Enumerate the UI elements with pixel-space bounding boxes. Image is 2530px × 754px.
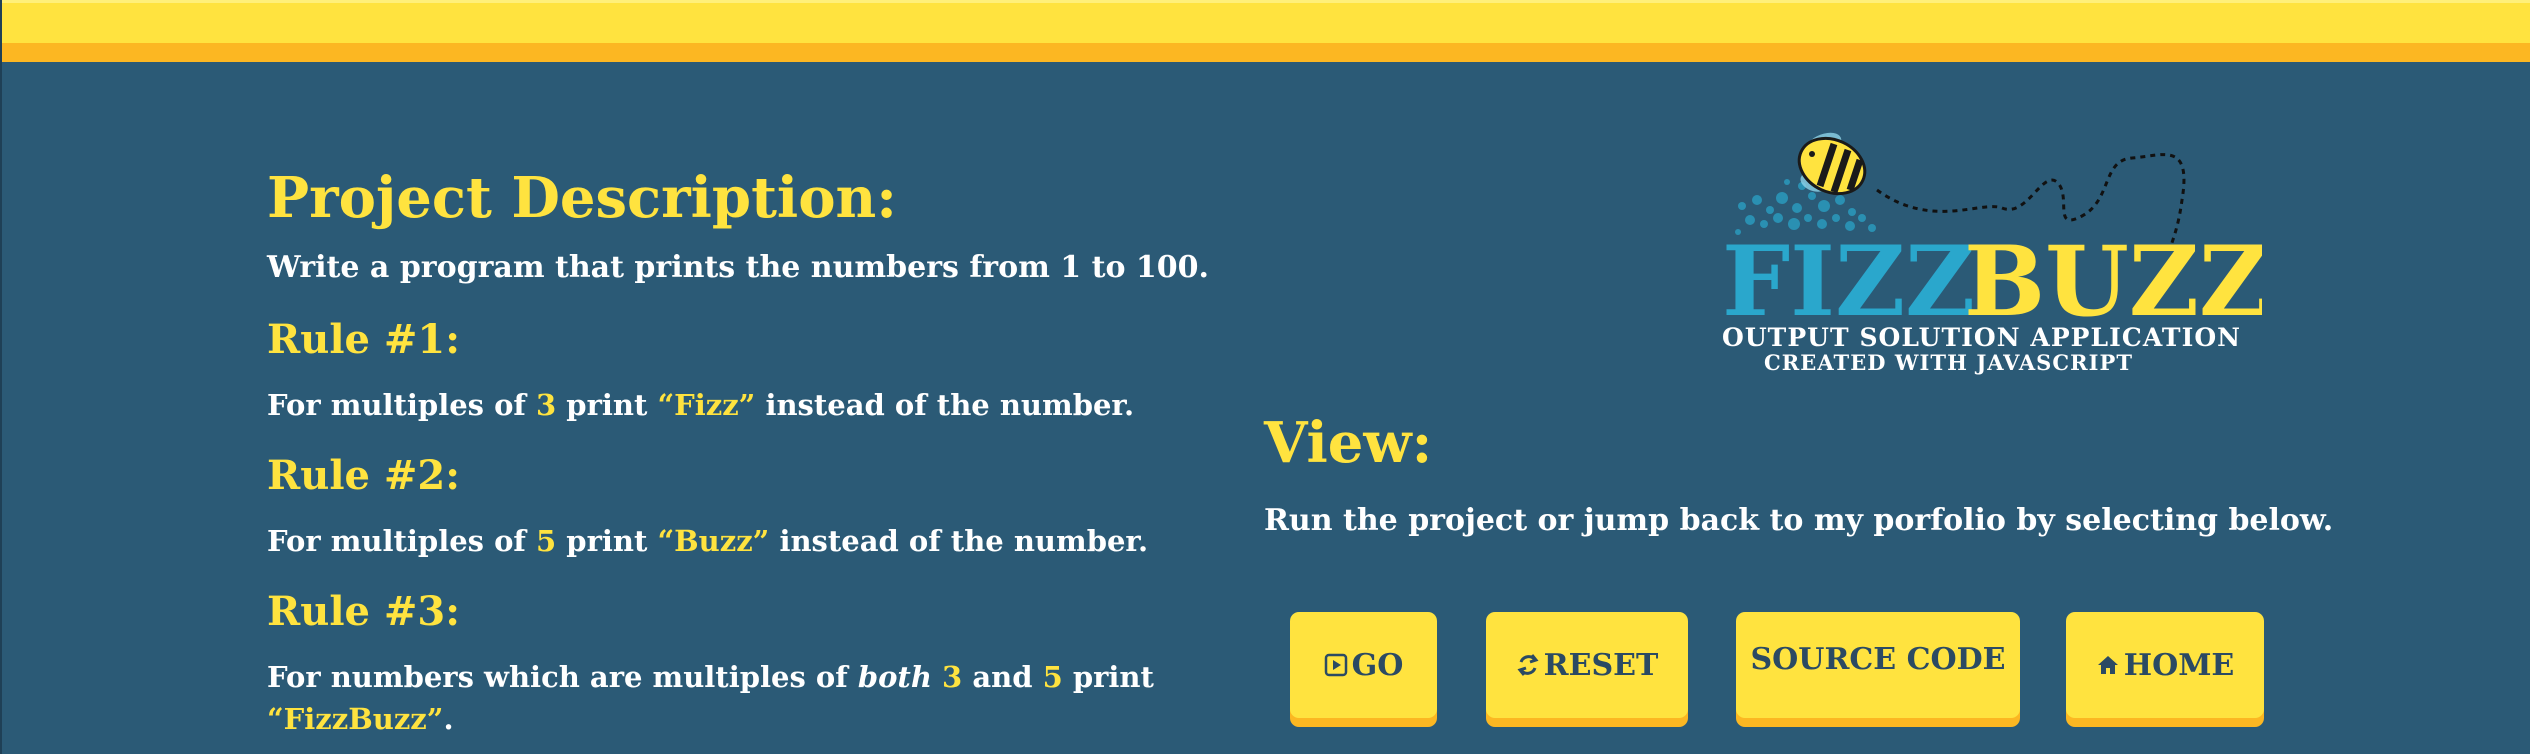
rule-3-title: Rule #3:: [267, 588, 461, 635]
view-title: View:: [1264, 410, 1433, 476]
project-description-title: Project Description:: [267, 165, 897, 231]
play-square-icon: [1324, 653, 1348, 677]
view-text: Run the project or jump back to my porfo…: [1264, 503, 2334, 538]
go-button-label: GO: [1351, 647, 1404, 683]
logo-buzz-text: BUZZ: [1964, 225, 2262, 338]
project-description-text: Write a program that prints the numbers …: [267, 250, 1209, 285]
rule-1-number: 3: [536, 388, 557, 422]
home-icon: [2096, 654, 2120, 676]
logo-tagline: CREATED WITH JAVASCRIPT: [1764, 350, 2132, 375]
view-section: View: Run the project or jump back to my…: [1264, 405, 2364, 543]
bee-icon: [1797, 132, 1867, 196]
rule-2-text: For multiples of 5 print “Buzz” instead …: [267, 520, 1267, 562]
source-code-button-label: SOURCE CODE: [1750, 642, 2006, 677]
go-button[interactable]: GO: [1290, 612, 1437, 718]
reset-button-label: RESET: [1543, 647, 1659, 683]
rule-1-text-after: instead of the number.: [755, 388, 1135, 422]
rule-3-text-after: .: [443, 702, 454, 736]
rule-3-text-before: For numbers which are multiples of: [267, 660, 858, 694]
top-banner-shade: [2, 43, 2530, 62]
home-button[interactable]: HOME: [2066, 612, 2264, 718]
rule-2-text-after: instead of the number.: [769, 524, 1149, 558]
rule-3-number-b: 5: [1042, 660, 1063, 694]
rule-1-text-mid: print: [556, 388, 658, 422]
rule-3-text-mid: print: [1062, 660, 1154, 694]
rule-1-text-before: For multiples of: [267, 388, 537, 422]
rule-2-word: “Buzz”: [657, 524, 770, 558]
rule-1-text: For multiples of 3 print “Fizz” instead …: [267, 384, 1267, 426]
fizzbuzz-logo-graphic: FIZZ BUZZ OUTPUT SOLUTION APPLICATION CR…: [1722, 132, 2269, 375]
rule-2-text-mid: print: [556, 524, 658, 558]
refresh-icon: [1516, 652, 1540, 678]
top-banner: [2, 0, 2530, 62]
rule-2-number: 5: [536, 524, 557, 558]
page: Project Description: Write a program tha…: [0, 0, 2530, 754]
rule-2-text-before: For multiples of: [267, 524, 537, 558]
logo-fizz-text: FIZZ: [1722, 225, 1975, 338]
home-button-label: HOME: [2123, 647, 2235, 683]
rule-3-text: For numbers which are multiples of both …: [267, 656, 1267, 740]
fizzbuzz-logo: FIZZ BUZZ OUTPUT SOLUTION APPLICATION CR…: [1702, 120, 2269, 380]
rule-2-title: Rule #2:: [267, 452, 461, 499]
reset-button[interactable]: RESET: [1486, 612, 1688, 718]
rule-1-title: Rule #1:: [267, 316, 461, 363]
rule-3-emphasis: both: [857, 660, 932, 694]
rule-3-word: “FizzBuzz”: [267, 702, 444, 736]
rule-3-number-a: 3: [942, 660, 963, 694]
project-description-section: Project Description: Write a program tha…: [267, 160, 1267, 740]
logo-subtitle: OUTPUT SOLUTION APPLICATION: [1722, 323, 2240, 352]
rule-3-and-text: and: [962, 660, 1043, 694]
rule-1-word: “Fizz”: [657, 388, 756, 422]
source-code-button[interactable]: SOURCE CODE: [1736, 612, 2020, 718]
